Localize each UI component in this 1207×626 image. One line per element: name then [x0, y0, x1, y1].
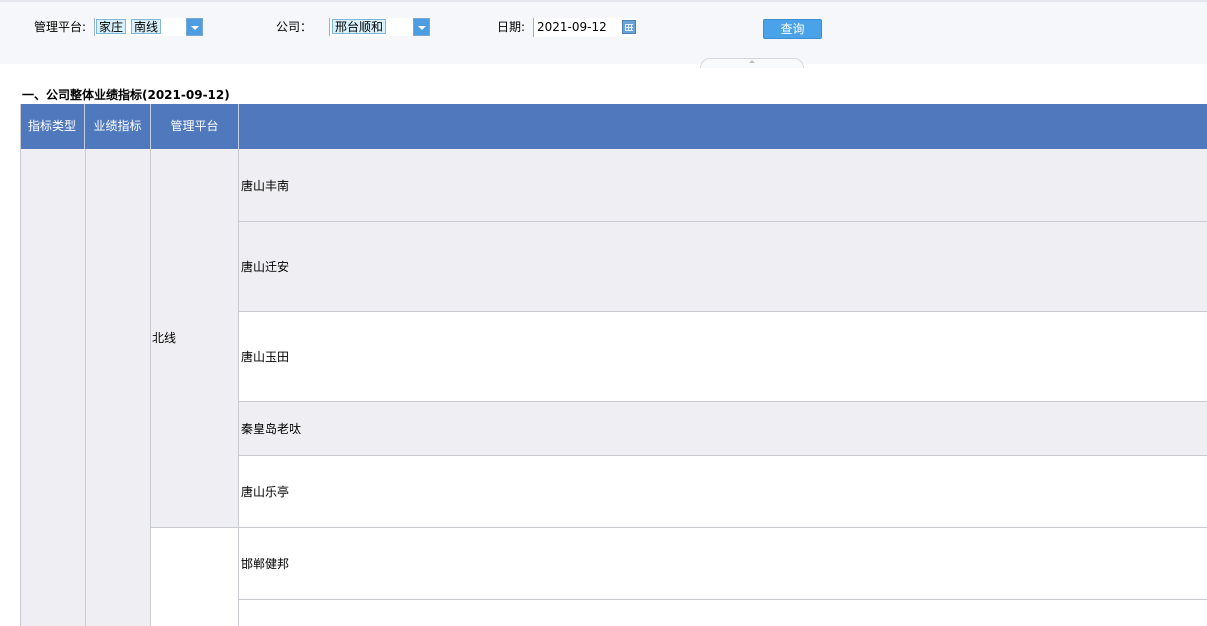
- company-name: 唐山迁安: [241, 259, 290, 274]
- company-tag[interactable]: 邢台顺和: [332, 19, 387, 34]
- table-row: 秦皇岛老呔: [239, 401, 1207, 455]
- platform-tag[interactable]: 家庄: [96, 19, 127, 34]
- performance-table: 指标类型 业绩指标 管理平台 唐山丰南 唐山迁安 唐山玉田 秦皇岛老呔 唐山乐亭…: [20, 104, 1207, 626]
- platform-name: 北线: [152, 331, 177, 345]
- platform-tag[interactable]: 南线: [131, 19, 162, 34]
- chevron-down-icon[interactable]: [413, 18, 430, 36]
- grid-line: [150, 149, 151, 626]
- grid-line: [85, 149, 86, 626]
- platform-filter-label: 管理平台:: [34, 20, 87, 34]
- platform-combobox[interactable]: 家庄 南线: [94, 18, 203, 36]
- grid-line: [151, 527, 1207, 528]
- company-name: 唐山丰南: [241, 178, 290, 193]
- grid-line: [20, 104, 21, 626]
- table-row: 邯郸健邦: [239, 527, 1207, 599]
- query-button[interactable]: 查询: [763, 19, 822, 39]
- table-row: 唐山乐亭: [239, 455, 1207, 527]
- grid-line: [239, 221, 1207, 222]
- table-row: 唐山玉田: [239, 311, 1207, 401]
- column-header-platform: 管理平台: [151, 104, 239, 149]
- table-row: 唐山丰南: [239, 149, 1207, 221]
- column-header-indicator-type: 指标类型: [20, 104, 85, 149]
- calendar-icon[interactable]: [622, 20, 636, 34]
- table-row: 唐山迁安: [239, 221, 1207, 311]
- company-combobox[interactable]: 邢台顺和: [329, 18, 430, 36]
- date-filter-label: 日期:: [497, 20, 526, 34]
- filter-bar: 管理平台: 家庄 南线 公司： 邢台顺和 日期: 2021-09-12 查询: [0, 0, 1207, 68]
- column-header-metric: 业绩指标: [85, 104, 151, 149]
- collapse-toggle[interactable]: [700, 58, 804, 68]
- section-title: 一、公司整体业绩指标(2021-09-12): [22, 88, 230, 102]
- company-name: 邯郸健邦: [241, 556, 290, 571]
- company-filter-label: 公司：: [276, 20, 313, 34]
- grid-line: [239, 401, 1207, 402]
- grid-line: [239, 455, 1207, 456]
- grid-line: [239, 311, 1207, 312]
- table-row: [239, 599, 1207, 626]
- platform-cell: [151, 527, 239, 626]
- chevron-down-icon[interactable]: [186, 18, 203, 36]
- grid-line: [239, 599, 1207, 600]
- company-name: 唐山乐亭: [241, 484, 290, 499]
- date-value: 2021-09-12: [537, 20, 607, 34]
- column-header-company: [239, 104, 1207, 149]
- date-input[interactable]: 2021-09-12: [533, 18, 637, 37]
- company-name: 秦皇岛老呔: [241, 421, 302, 436]
- company-name: 唐山玉田: [241, 349, 290, 364]
